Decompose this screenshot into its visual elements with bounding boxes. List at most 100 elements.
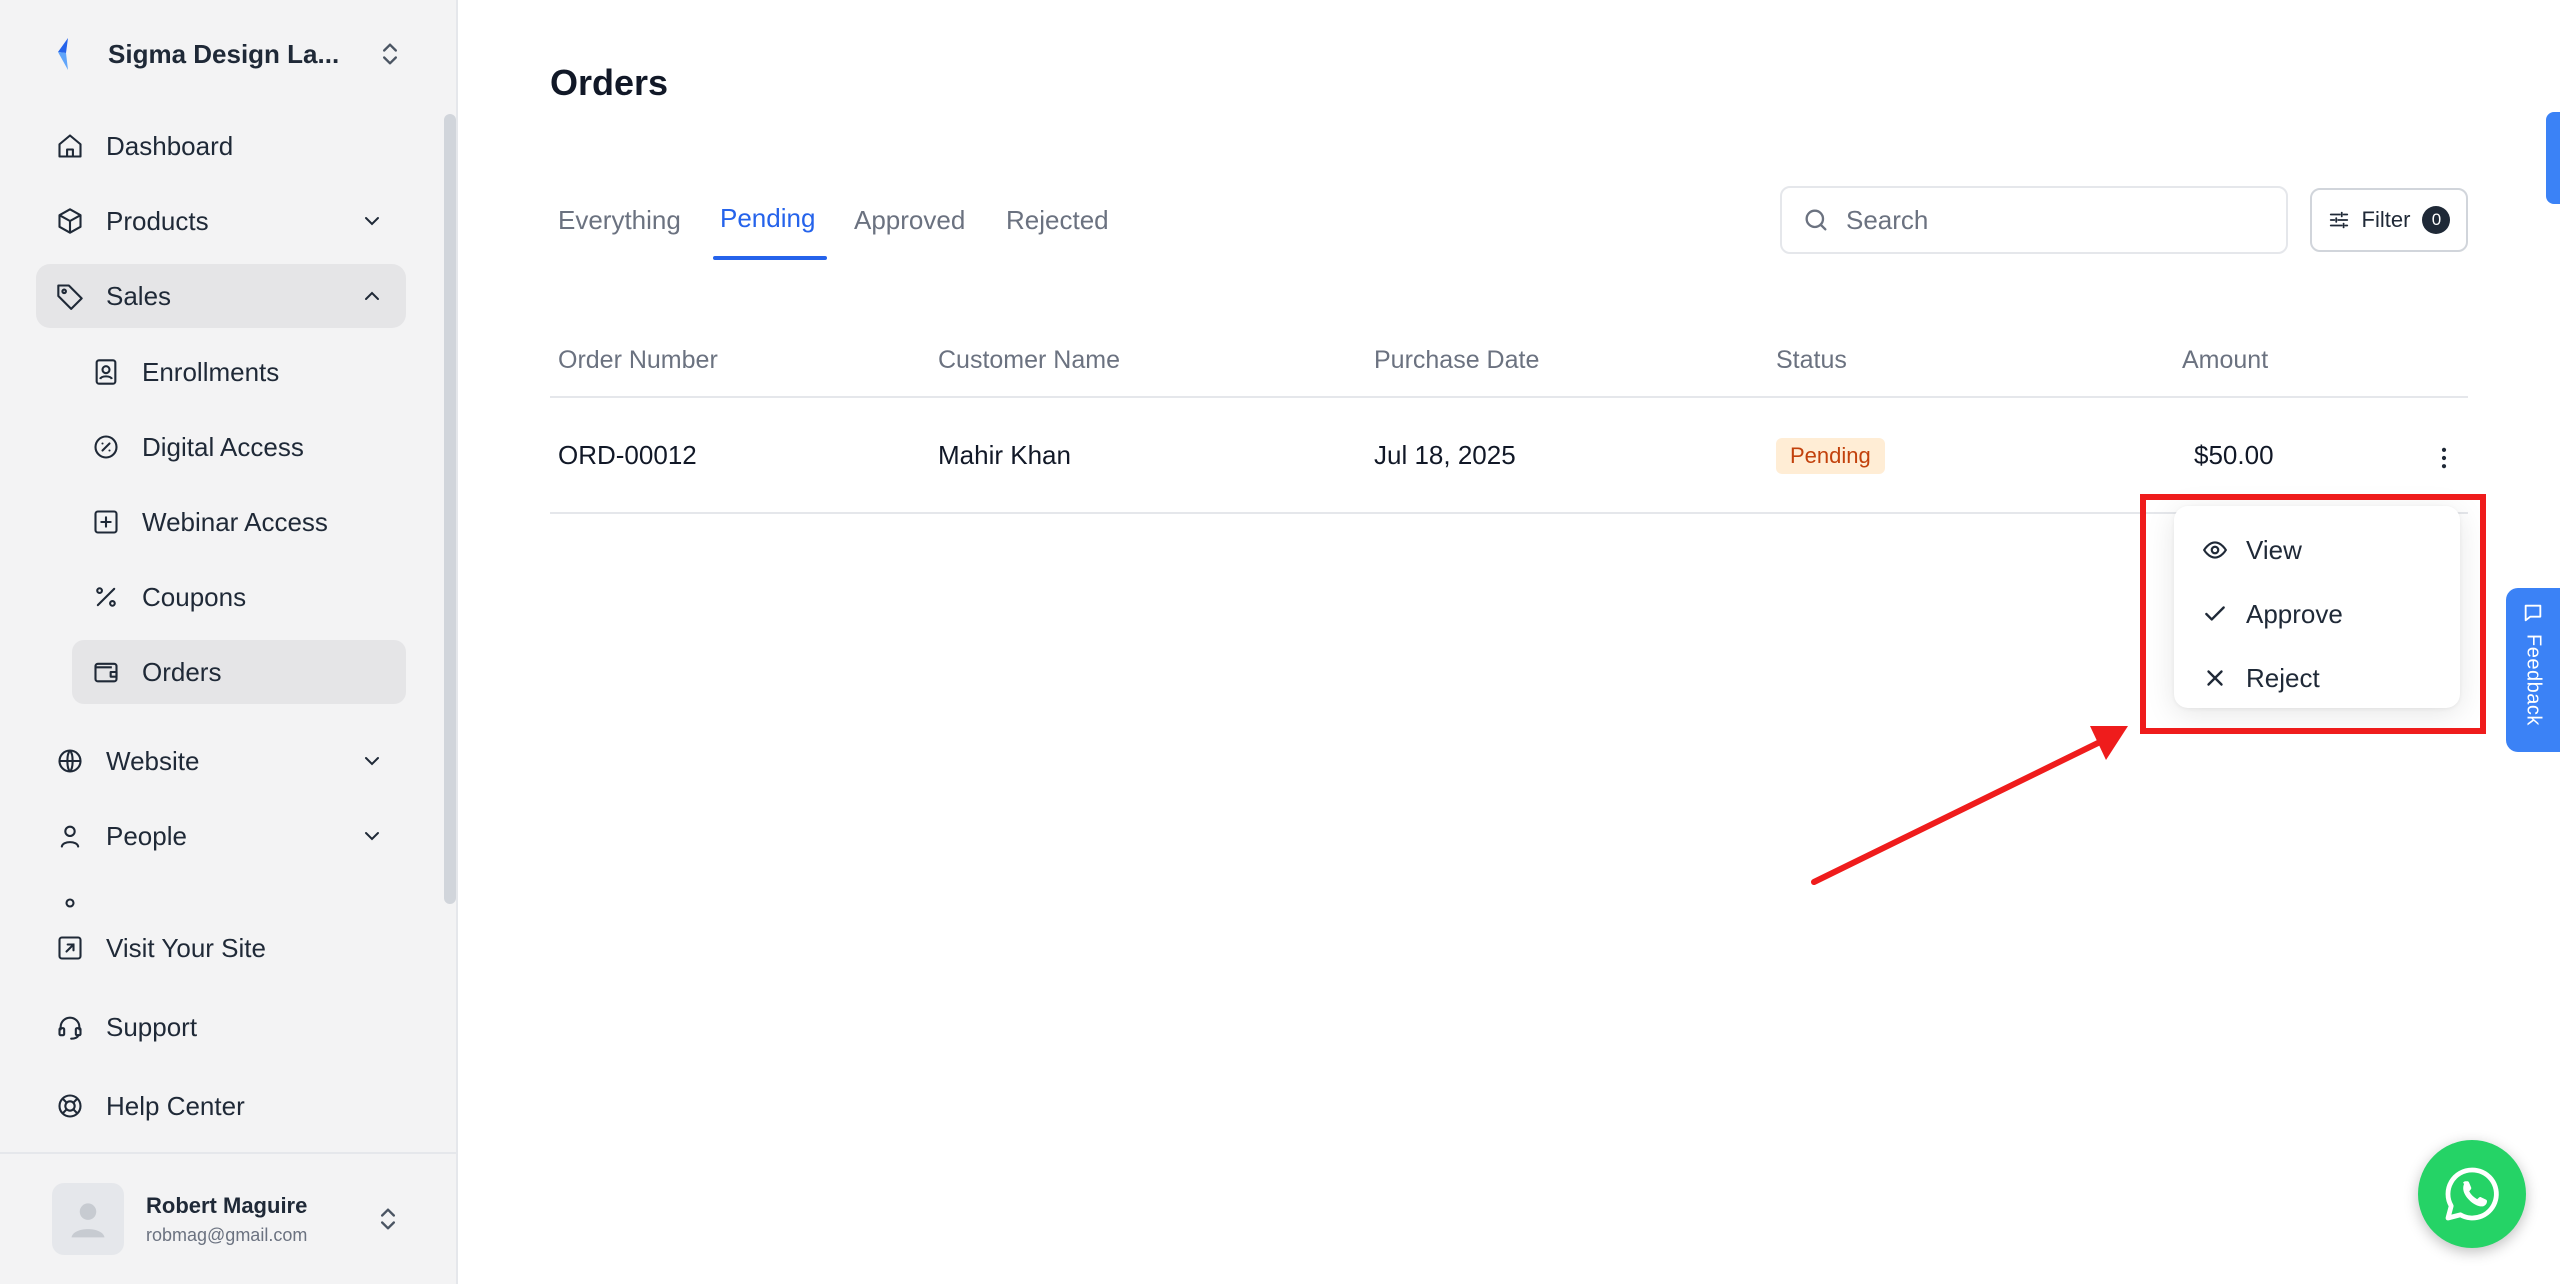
menu-item-reject[interactable]: Reject [2174,646,2460,710]
menu-item-approve[interactable]: Approve [2174,582,2460,646]
sidebar-item-cutoff [56,896,84,912]
chevron-down-icon [365,217,379,226]
user-meta: Robert Maguire robmag@gmail.com [146,1193,374,1246]
search-input[interactable] [1846,204,2266,236]
tab-label: Rejected [1006,204,1109,235]
external-link-icon [58,936,82,960]
sidebar-subitem-label: Coupons [142,581,247,612]
tag-icon [57,284,83,310]
column-header-purchase-date[interactable]: Purchase Date [1374,346,1539,375]
column-header-status[interactable]: Status [1776,346,1847,375]
sidebar-scrollbar[interactable] [444,114,456,904]
user-icon [60,825,80,848]
search-box[interactable] [1780,186,2288,254]
search-icon [1805,209,1827,231]
whatsapp-chat-button[interactable] [2418,1140,2526,1248]
tab-approved[interactable]: Approved [846,180,973,260]
user-menu[interactable]: Robert Maguire robmag@gmail.com [0,1152,458,1284]
column-header-order-number[interactable]: Order Number [558,346,718,375]
menu-item-label: Reject [2246,662,2320,693]
sidebar-link-help-center[interactable]: Help Center [36,1074,406,1138]
chat-bubble-icon [2524,604,2542,622]
sidebar-item-label: Dashboard [106,130,234,161]
sidebar-link-label: Help Center [106,1090,245,1121]
sidebar-link-label: Support [106,1011,198,1042]
feedback-tab[interactable]: Feedback [2506,588,2560,752]
sidebar-subitem-label: Enrollments [142,356,280,387]
menu-item-view[interactable]: View [2174,518,2460,582]
gauge-icon [94,435,118,459]
x-icon [2207,670,2223,686]
menu-item-label: Approve [2246,598,2343,629]
feedback-label: Feedback [2522,634,2545,726]
cell-order-number: ORD-00012 [558,440,697,470]
column-header-amount[interactable]: Amount [2182,346,2268,375]
sidebar-item-products[interactable]: Products [36,189,406,253]
sidebar-subitem-digital-access[interactable]: Digital Access [72,415,406,479]
cell-amount: $50.00 [2194,440,2274,470]
sidebar-item-label: Website [106,745,200,776]
filter-count-badge: 0 [2422,206,2451,234]
workspace-switcher[interactable]: Sigma Design La... [52,32,404,76]
sidebar-item-sales[interactable]: Sales [36,264,406,328]
globe-icon [58,749,82,773]
tab-pending[interactable]: Pending [712,178,823,258]
table-header: Order Number Customer Name Purchase Date… [550,330,2468,398]
sliders-icon [2329,211,2348,229]
sidebar-item-label: People [106,820,187,851]
sidebar: Sigma Design La... Dashboard Products Sa… [0,0,458,1284]
column-header-customer-name[interactable]: Customer Name [938,346,1120,375]
chevron-down-icon [365,757,379,766]
sidebar-link-support[interactable]: Support [36,995,406,1059]
sidebar-link-visit-site[interactable]: Visit Your Site [36,916,406,980]
sidebar-item-website[interactable]: Website [36,729,406,793]
workspace-name: Sigma Design La... [108,38,340,69]
cell-customer-name: Mahir Khan [938,440,1071,470]
row-actions-button[interactable] [2420,434,2468,482]
user-email: robmag@gmail.com [146,1224,308,1245]
active-tab-indicator [713,256,827,260]
eye-icon [2202,541,2228,559]
filter-button[interactable]: Filter 0 [2310,188,2468,252]
status-badge: Pending [1776,438,1885,474]
sidebar-link-label: Visit Your Site [106,932,266,963]
row-actions-menu: View Approve Reject [2174,506,2460,708]
sidebar-item-people[interactable]: People [36,804,406,868]
box-icon [58,208,82,234]
partial-icon [65,898,75,908]
chevron-down-icon [365,832,379,841]
sidebar-subitem-webinar-access[interactable]: Webinar Access [72,490,406,554]
avatar-placeholder-icon [71,1203,105,1238]
sidebar-subitem-label: Orders [142,656,222,687]
sidebar-item-label: Products [106,205,209,236]
menu-item-label: View [2246,534,2302,565]
chevron-updown-icon [381,1208,395,1230]
user-name: Robert Maguire [146,1192,308,1218]
more-vertical-icon [2441,447,2447,469]
table-row[interactable]: ORD-00012 Mahir Khan Jul 18, 2025 Pendin… [550,400,2468,514]
check-icon [2205,606,2225,621]
annotation-arrow-icon [1811,726,2128,885]
edge-widget-tab[interactable] [2546,112,2560,204]
tab-label: Pending [720,202,816,233]
cell-purchase-date: Jul 18, 2025 [1374,440,1516,470]
sidebar-subitem-enrollments[interactable]: Enrollments [72,340,406,404]
sidebar-subitem-label: Webinar Access [142,506,328,537]
whatsapp-icon [2445,1167,2499,1221]
sidebar-item-label: Sales [106,280,172,311]
tab-label: Approved [854,204,966,235]
avatar [52,1183,124,1255]
sidebar-subitem-coupons[interactable]: Coupons [72,565,406,629]
percent-icon [96,587,116,607]
tab-rejected[interactable]: Rejected [998,180,1117,260]
filter-label: Filter [2361,207,2411,232]
tab-label: Everything [558,204,681,235]
chevron-updown-icon [383,43,397,65]
sidebar-subitem-orders[interactable]: Orders [72,640,406,704]
home-icon [58,134,82,158]
brand-logo-icon [58,38,68,70]
contact-card-icon [95,359,117,385]
sidebar-item-dashboard[interactable]: Dashboard [36,114,406,178]
headset-icon [58,1016,82,1040]
tab-everything[interactable]: Everything [550,180,689,260]
